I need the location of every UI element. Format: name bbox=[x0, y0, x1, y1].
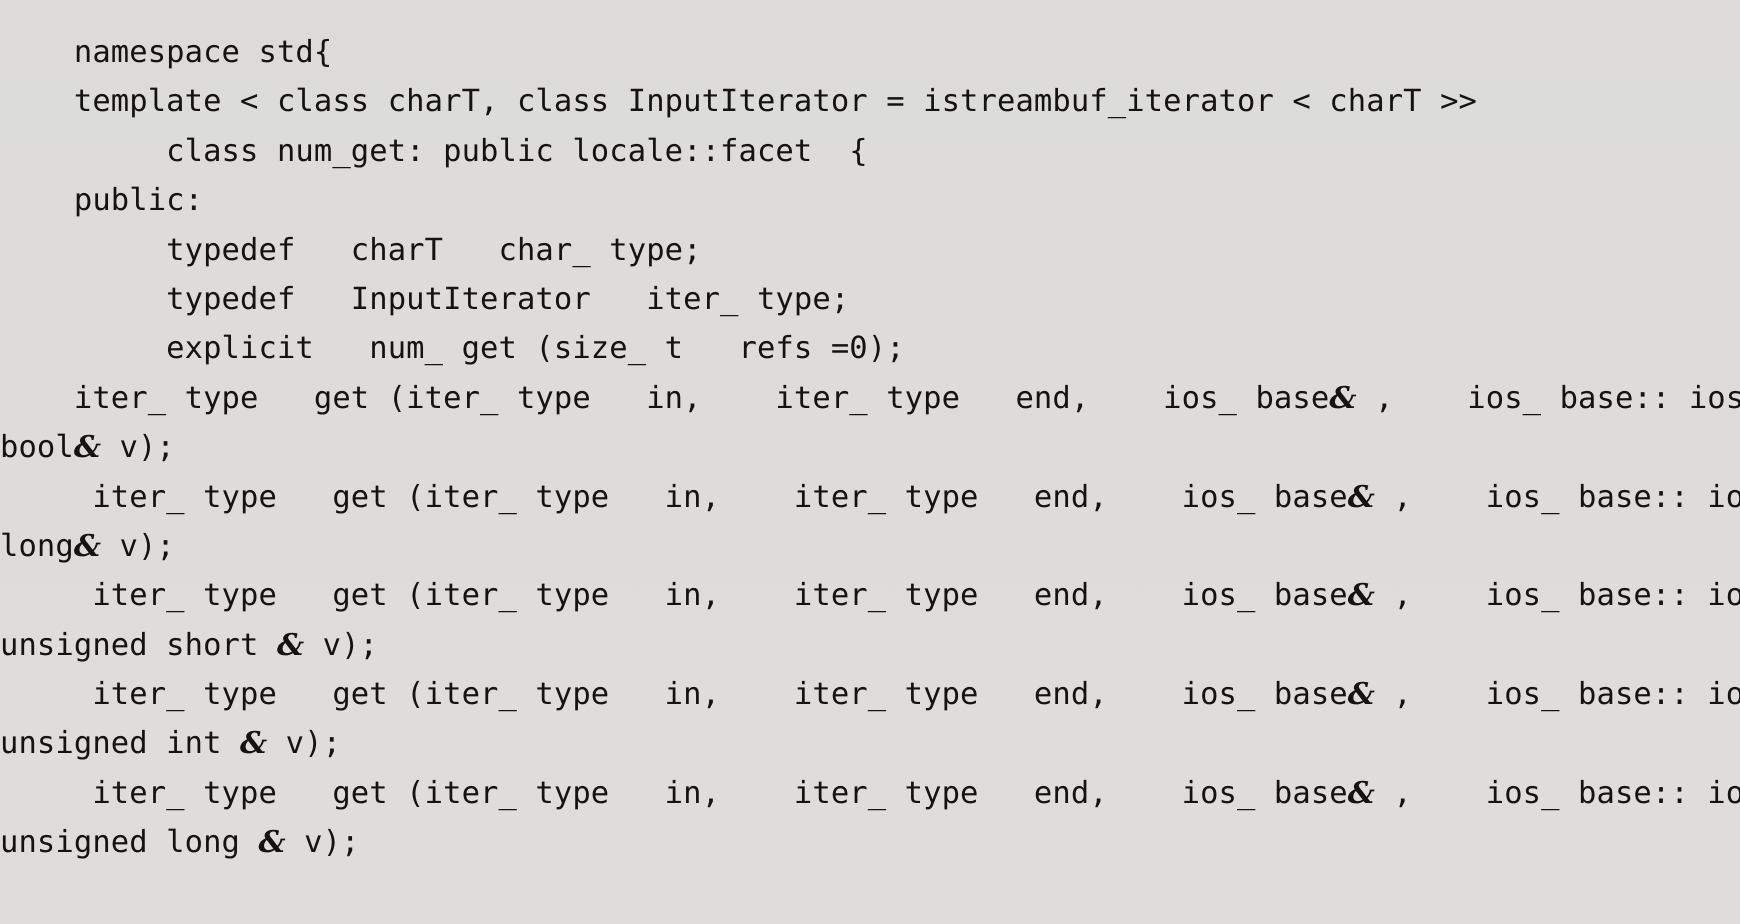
code-listing: namespace std{ template < class charT, c… bbox=[0, 13, 1740, 924]
code-line: unsigned long & v); bbox=[0, 825, 360, 861]
code-line: iter_ type get (iter_ type in, iter_ typ… bbox=[0, 775, 1740, 811]
code-line: public: bbox=[0, 183, 204, 219]
code-lines: namespace std{ template < class charT, c… bbox=[0, 28, 1740, 868]
code-line: unsigned short & v); bbox=[0, 627, 378, 663]
code-line: template < class charT, class InputItera… bbox=[0, 84, 1478, 120]
code-line: long& v); bbox=[0, 528, 175, 564]
code-line: typedef charT char_ type; bbox=[0, 232, 702, 268]
code-line: unsigned int & v); bbox=[0, 726, 342, 762]
code-line: explicit num_ get (size_ t refs =0); bbox=[0, 331, 905, 367]
code-line: class num_get: public locale::facet { bbox=[0, 133, 868, 169]
code-line: bool& v); bbox=[0, 430, 175, 466]
code-line: namespace std{ bbox=[0, 35, 333, 70]
code-line: iter_ type get (iter_ type in, iter_ typ… bbox=[0, 479, 1740, 515]
code-line: iter_ type get (iter_ type in, iter_ typ… bbox=[0, 380, 1740, 416]
scanned-page: namespace std{ template < class charT, c… bbox=[0, 0, 1740, 911]
code-line: typedef InputIterator iter_ type; bbox=[0, 281, 850, 317]
code-line: iter_ type get (iter_ type in, iter_ typ… bbox=[0, 578, 1740, 614]
code-line: iter_ type get (iter_ type in, iter_ typ… bbox=[0, 677, 1740, 713]
